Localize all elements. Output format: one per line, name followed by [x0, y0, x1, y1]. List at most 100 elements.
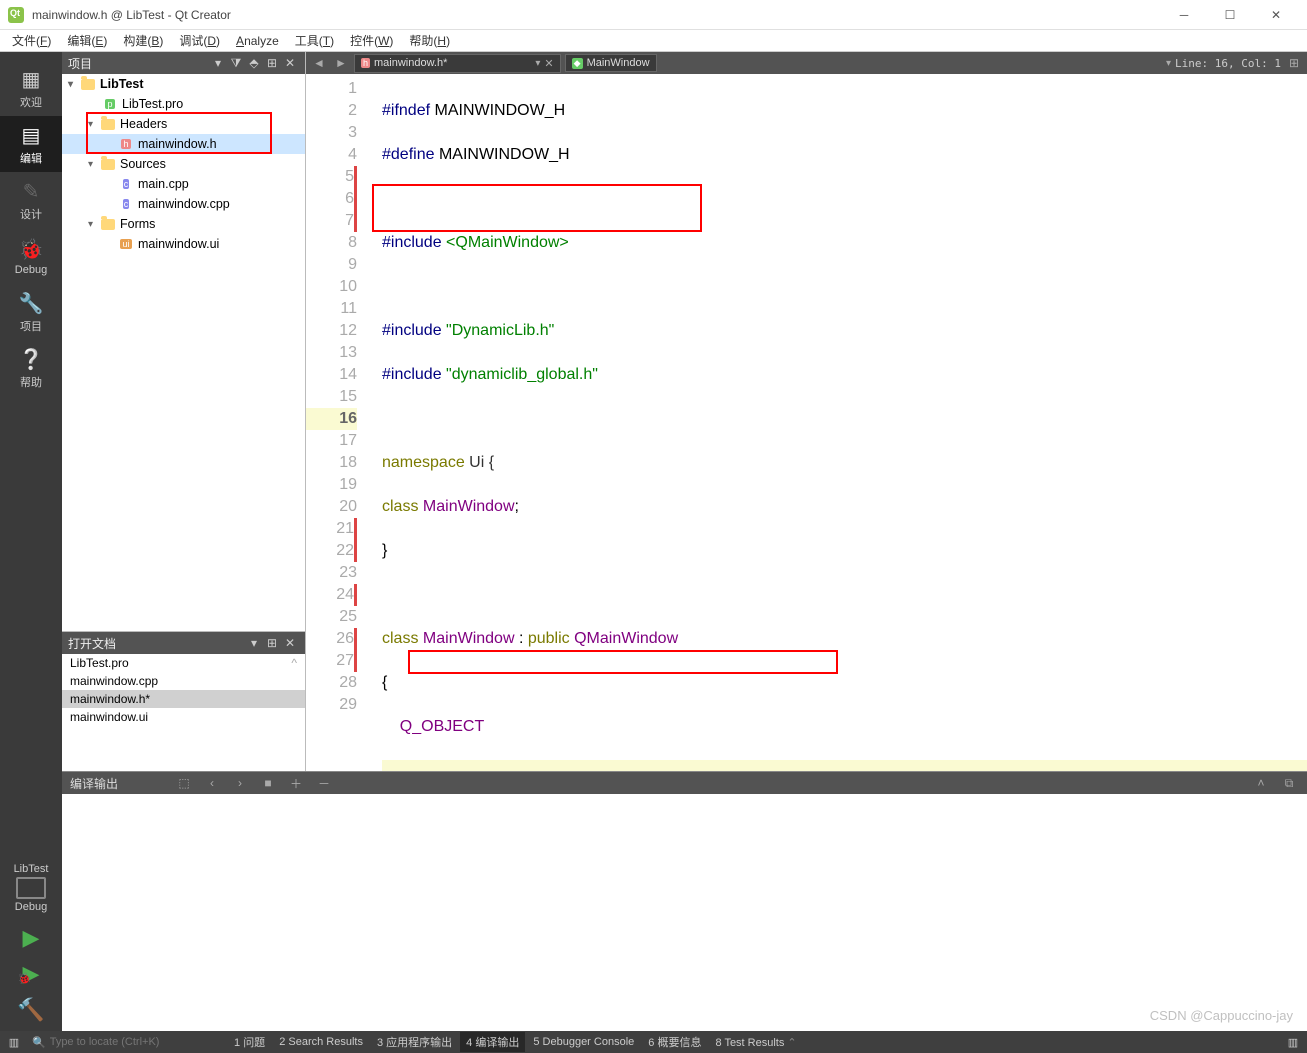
opendoc-item[interactable]: mainwindow.h* — [62, 690, 305, 708]
sidebar: 项目 ▾ ⧩ ⬘ ⊞ ✕ ▾LibTest pLibTest.pro ▾Head… — [62, 52, 306, 771]
tree-mainwindow-cpp[interactable]: cmainwindow.cpp — [62, 194, 305, 214]
output-body[interactable]: CSDN @Cappuccino-jay — [62, 794, 1307, 1031]
next-icon[interactable]: › — [230, 776, 250, 790]
nav-back-button[interactable]: ◄ — [310, 56, 328, 70]
mode-debug[interactable]: 🐞Debug — [0, 228, 62, 284]
kit-name[interactable]: LibTest — [14, 863, 49, 875]
highlight-box — [408, 650, 838, 674]
mode-help[interactable]: ❔帮助 — [0, 340, 62, 396]
minimize-button[interactable]: ─ — [1161, 0, 1207, 30]
ui-file-icon: ui — [120, 239, 131, 249]
maximize-button[interactable]: ☐ — [1207, 0, 1253, 30]
mode-edit[interactable]: ▤编辑 — [0, 116, 62, 172]
toggle-right-panel-icon[interactable]: ▥ — [1283, 1036, 1303, 1049]
edit-icon: ▤ — [22, 123, 41, 148]
status-tab-compile-output[interactable]: 4 编译输出 — [460, 1032, 525, 1052]
open-documents-list[interactable]: LibTest.pro^ mainwindow.cpp mainwindow.h… — [62, 654, 305, 771]
watermark: CSDN @Cappuccino-jay — [1150, 1008, 1293, 1023]
split-editor-icon[interactable]: ⊞ — [1285, 56, 1303, 70]
menu-widgets[interactable]: 控件(W) — [342, 30, 401, 51]
status-tab-app-output[interactable]: 3 应用程序输出 — [371, 1032, 458, 1052]
project-tree[interactable]: ▾LibTest pLibTest.pro ▾Headers hmainwind… — [62, 74, 305, 631]
cpp-file-icon: c — [123, 179, 130, 189]
pro-file-icon: p — [105, 99, 114, 109]
menu-debug[interactable]: 调试(D) — [171, 30, 228, 51]
tree-root[interactable]: ▾LibTest — [62, 74, 305, 94]
status-bar: ▥ 🔍 1 问题 2 Search Results 3 应用程序输出 4 编译输… — [0, 1031, 1307, 1053]
zoom-in-icon[interactable]: ＋ — [286, 775, 306, 792]
dropdown-icon[interactable]: ▾ — [209, 56, 227, 70]
close-panel-icon[interactable]: ✕ — [281, 56, 299, 70]
link-icon[interactable]: ⬘ — [245, 56, 263, 70]
menu-file[interactable]: 文件(F) — [4, 30, 59, 51]
tree-mainwindow-h[interactable]: hmainwindow.h — [62, 134, 305, 154]
status-tab-search[interactable]: 2 Search Results — [273, 1034, 369, 1050]
tree-main-cpp[interactable]: cmain.cpp — [62, 174, 305, 194]
menu-bar: 文件(F) 编辑(E) 构建(B) 调试(D) Analyze 工具(T) 控件… — [0, 30, 1307, 52]
code-editor[interactable]: 1234 5678 9101112 13141516 17181920 2122… — [306, 74, 1307, 771]
collapse-icon[interactable]: ˄ — [1251, 776, 1271, 790]
bug-icon: 🐞 — [19, 237, 44, 262]
class-icon: ◆ — [572, 58, 583, 69]
filter-output-icon[interactable]: ⬚ — [174, 776, 194, 790]
folder-icon — [81, 79, 95, 90]
status-tab-issues[interactable]: 1 问题 — [228, 1032, 271, 1052]
close-tab-icon[interactable]: ✕ — [544, 57, 553, 70]
search-icon: 🔍 — [32, 1036, 46, 1049]
tree-headers-folder[interactable]: ▾Headers — [62, 114, 305, 134]
status-tab-general[interactable]: 6 概要信息 — [642, 1032, 707, 1052]
menu-build[interactable]: 构建(B) — [115, 30, 171, 51]
cpp-file-icon: c — [123, 199, 130, 209]
mode-design[interactable]: ✎设计 — [0, 172, 62, 228]
split-icon[interactable]: ⊞ — [263, 636, 281, 650]
dropdown-icon[interactable]: ▾ — [245, 636, 263, 650]
close-panel-icon[interactable]: ✕ — [281, 636, 299, 650]
menu-analyze[interactable]: Analyze — [228, 32, 287, 50]
cursor-position: Line: 16, Col: 1 — [1175, 57, 1281, 70]
title-bar: mainwindow.h @ LibTest - Qt Creator ─ ☐ … — [0, 0, 1307, 30]
split-icon[interactable]: ⊞ — [263, 56, 281, 70]
debug-run-button[interactable]: ▶🐞 — [23, 961, 40, 987]
build-button[interactable]: 🔨 — [17, 997, 44, 1023]
opendoc-item[interactable]: mainwindow.ui — [62, 708, 305, 726]
popout-icon[interactable]: ⧉ — [1279, 776, 1299, 791]
pencil-icon: ✎ — [23, 179, 40, 204]
tree-mainwindow-ui[interactable]: uimainwindow.ui — [62, 234, 305, 254]
code-text[interactable]: #ifndef MAINWINDOW_H #define MAINWINDOW_… — [372, 74, 1307, 771]
monitor-icon[interactable] — [16, 877, 46, 899]
locator-input[interactable] — [50, 1036, 200, 1048]
mode-projects[interactable]: 🔧项目 — [0, 284, 62, 340]
status-tab-debugger[interactable]: 5 Debugger Console — [527, 1034, 640, 1050]
menu-edit[interactable]: 编辑(E) — [59, 30, 115, 51]
opendoc-item[interactable]: LibTest.pro^ — [62, 654, 305, 672]
folder-icon — [101, 119, 115, 130]
chevron-down-icon[interactable]: ▾ — [1166, 58, 1171, 69]
menu-tools[interactable]: 工具(T) — [287, 30, 342, 51]
nav-fwd-button[interactable]: ► — [332, 56, 350, 70]
tree-sources-folder[interactable]: ▾Sources — [62, 154, 305, 174]
folder-icon — [101, 159, 115, 170]
chevron-down-icon[interactable]: ▾ — [535, 58, 540, 69]
config-name: Debug — [15, 901, 47, 913]
app-icon — [8, 7, 24, 23]
zoom-out-icon[interactable]: － — [314, 775, 334, 792]
output-pane-header: 编译输出 ⬚ ‹ › ■ ＋ － ˄ ⧉ — [62, 772, 1307, 794]
stop-icon[interactable]: ■ — [258, 776, 278, 790]
mode-welcome[interactable]: ▦欢迎 — [0, 60, 62, 116]
editor-symbol-tab[interactable]: ◆ MainWindow — [565, 54, 657, 72]
editor-file-tab[interactable]: h mainwindow.h* ▾ ✕ — [354, 54, 561, 73]
output-pane-title: 编译输出 — [70, 775, 118, 792]
tree-profile[interactable]: pLibTest.pro — [62, 94, 305, 114]
run-button[interactable]: ▶ — [23, 925, 40, 951]
window-title: mainwindow.h @ LibTest - Qt Creator — [32, 8, 1161, 22]
tree-forms-folder[interactable]: ▾Forms — [62, 214, 305, 234]
folder-icon — [101, 219, 115, 230]
filter-icon[interactable]: ⧩ — [227, 56, 245, 71]
status-tab-tests[interactable]: 8 Test Results ⌃ — [709, 1034, 802, 1051]
menu-help[interactable]: 帮助(H) — [401, 30, 458, 51]
toggle-sidebar-icon[interactable]: ▥ — [4, 1036, 24, 1049]
locator[interactable]: 🔍 — [26, 1036, 226, 1049]
opendoc-item[interactable]: mainwindow.cpp — [62, 672, 305, 690]
close-button[interactable]: ✕ — [1253, 0, 1299, 30]
prev-icon[interactable]: ‹ — [202, 776, 222, 790]
